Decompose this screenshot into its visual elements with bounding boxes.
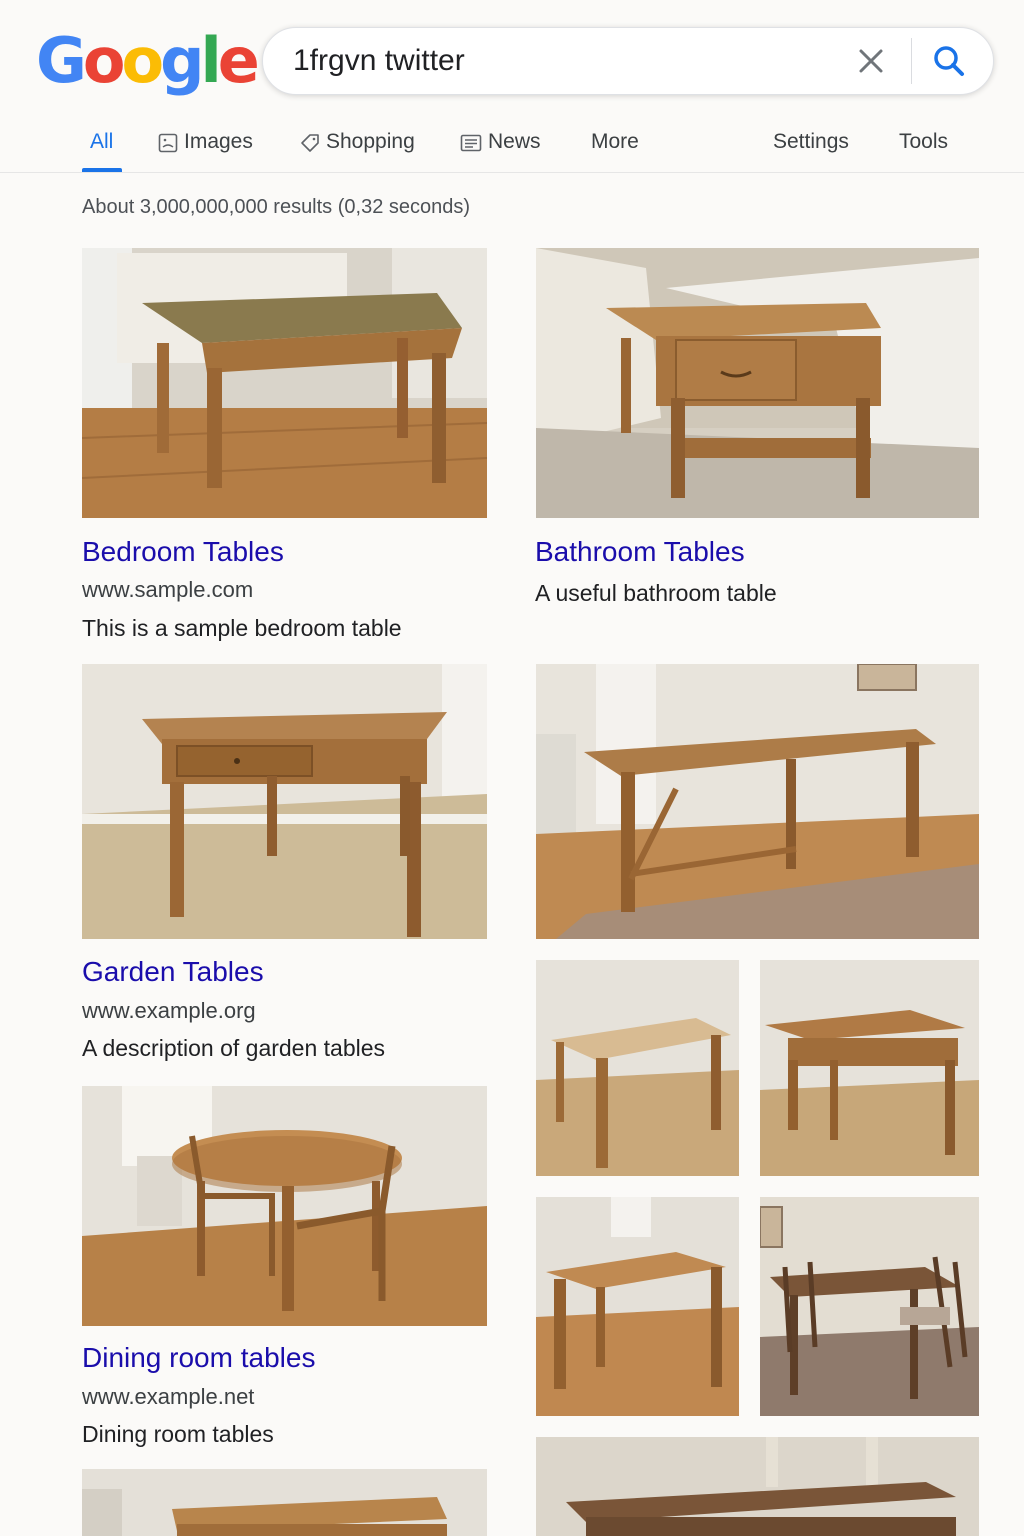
result-image-garden-tables[interactable] — [82, 664, 487, 939]
result-thumb-2[interactable] — [760, 960, 979, 1176]
result-title-bathroom-tables[interactable]: Bathroom Tables — [535, 536, 745, 568]
tools-label: Tools — [899, 130, 949, 153]
tab-shopping-label: Shopping — [326, 130, 415, 153]
result-url-bedroom-tables: www.sample.com — [82, 577, 254, 602]
result-title-dining-room-tables[interactable]: Dining room tables — [82, 1342, 315, 1374]
tag-icon — [301, 134, 319, 152]
result-image-partial-right[interactable] — [536, 1437, 979, 1536]
clear-icon[interactable] — [851, 41, 891, 81]
result-image-partial-left[interactable] — [82, 1469, 487, 1536]
result-title-bedroom-tables[interactable]: Bedroom Tables — [82, 536, 284, 568]
search-input[interactable]: 1frgvn twitter — [293, 28, 465, 94]
tab-more[interactable]: More — [591, 126, 639, 172]
result-desc-bathroom-tables: A useful bathroom table — [535, 580, 777, 606]
result-thumb-4[interactable] — [760, 1197, 979, 1416]
result-desc-dining-room-tables: Dining room tables — [82, 1421, 274, 1447]
settings-label: Settings — [773, 130, 849, 153]
result-image-bedroom-tables[interactable] — [82, 248, 487, 518]
image-icon — [158, 133, 178, 153]
tab-shopping[interactable]: Shopping — [300, 126, 415, 172]
result-thumb-3[interactable] — [536, 1197, 739, 1416]
result-desc-bedroom-tables: This is a sample bedroom table — [82, 615, 402, 641]
result-image-trestle-table[interactable] — [536, 664, 979, 939]
newspaper-icon — [460, 134, 482, 152]
search-icon[interactable] — [927, 41, 971, 81]
result-desc-garden-tables: A description of garden tables — [82, 1035, 386, 1061]
tab-images-label: Images — [184, 130, 253, 153]
tab-images[interactable]: Images — [158, 126, 253, 172]
search-tabs: All Images Shopping News More Settings T… — [0, 126, 1024, 172]
google-logo[interactable]: Google — [36, 26, 260, 96]
result-title-garden-tables[interactable]: Garden Tables — [82, 956, 264, 988]
tab-all-label: All — [90, 130, 114, 153]
tab-all[interactable]: All — [90, 126, 113, 172]
search-box[interactable]: 1frgvn twitter — [262, 27, 994, 95]
tab-more-label: More — [591, 130, 639, 153]
settings-link[interactable]: Settings — [773, 126, 849, 172]
search-divider — [911, 38, 912, 84]
result-url-garden-tables: www.example.org — [82, 998, 256, 1023]
tabs-divider — [0, 172, 1024, 173]
result-url-dining-room-tables: www.example.net — [82, 1384, 255, 1409]
tab-news-label: News — [488, 130, 541, 153]
result-image-dining-room-tables[interactable] — [82, 1086, 487, 1326]
result-image-bathroom-tables[interactable] — [536, 248, 979, 518]
result-thumb-1[interactable] — [536, 960, 739, 1176]
tab-news[interactable]: News — [460, 126, 541, 172]
result-stats: About 3,000,000,000 results (0,32 second… — [82, 196, 471, 218]
tools-link[interactable]: Tools — [899, 126, 948, 172]
